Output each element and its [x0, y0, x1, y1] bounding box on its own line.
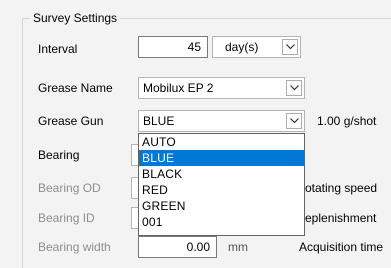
replenishment-label: eplenishment [305, 211, 377, 225]
grease-gun-dropdown-list[interactable]: AUTO BLUE BLACK RED GREEN 001 [138, 133, 305, 236]
interval-label: Interval [38, 42, 78, 56]
grease-name-label: Grease Name [38, 81, 113, 95]
bearing-od-label: Bearing OD [38, 181, 101, 195]
dropdown-option-auto[interactable]: AUTO [139, 134, 304, 150]
dropdown-option-001[interactable]: 001 [139, 214, 304, 230]
interval-unit-value: day(s) [225, 40, 259, 54]
grease-gun-rate: 1.00 g/shot [317, 114, 377, 128]
grease-name-value: Mobilux EP 2 [143, 81, 214, 95]
grease-gun-value: BLUE [143, 114, 175, 128]
dropdown-option-red[interactable]: RED [139, 182, 304, 198]
bearing-width-input[interactable]: 0.00 [138, 236, 217, 258]
grease-gun-select[interactable]: BLUE [138, 110, 305, 132]
acquisition-time-label: Acquisition time [299, 240, 384, 254]
dropdown-option-green[interactable]: GREEN [139, 198, 304, 214]
grease-gun-label: Grease Gun [38, 114, 104, 128]
chevron-down-icon[interactable] [286, 80, 302, 96]
grease-name-select[interactable]: Mobilux EP 2 [138, 77, 305, 99]
dropdown-option-black[interactable]: BLACK [139, 166, 304, 182]
interval-input[interactable]: 45 [138, 36, 208, 58]
bearing-width-unit: mm [228, 240, 248, 254]
chevron-down-icon[interactable] [282, 39, 298, 55]
interval-unit-select[interactable]: day(s) [212, 36, 301, 58]
group-title: Survey Settings [30, 11, 121, 25]
bearing-id-label: Bearing ID [38, 211, 95, 225]
dropdown-option-blue[interactable]: BLUE [139, 150, 304, 166]
rotating-speed-label: otating speed [305, 181, 378, 195]
chevron-down-icon[interactable] [286, 113, 302, 129]
bearing-width-label: Bearing width [38, 240, 111, 254]
bearing-label: Bearing [38, 148, 80, 162]
